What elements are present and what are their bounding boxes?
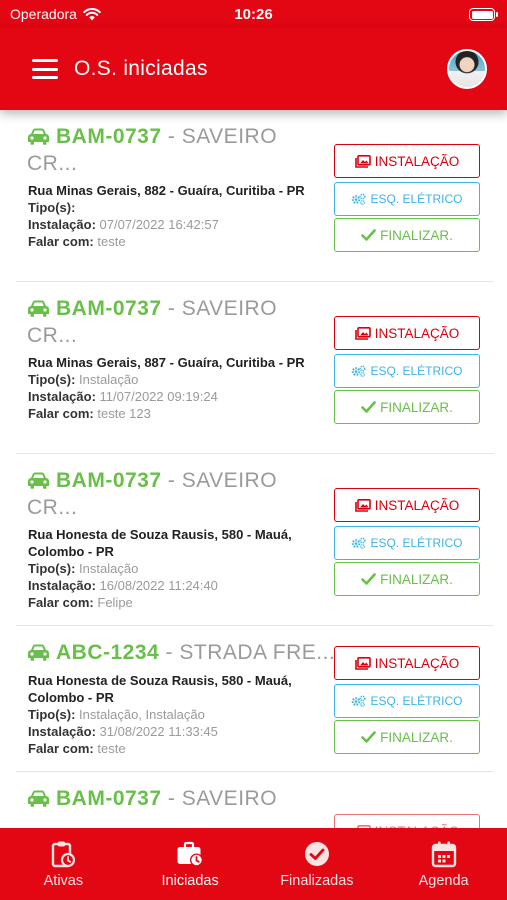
order-info: Rua Minas Gerais, 887 - Guaíra, Curitiba…: [28, 354, 320, 422]
tab-iniciadas[interactable]: Iniciadas: [127, 828, 254, 900]
order-date: 16/08/2022 11:24:40: [99, 578, 218, 593]
finalizar-button[interactable]: FINALIZAR.: [334, 720, 480, 754]
order-contact: teste: [97, 234, 126, 249]
check-circle-icon: [304, 842, 329, 866]
tab-bar: Ativas Iniciadas Finalizadas Agenda: [0, 828, 507, 900]
instalacao-button[interactable]: INSTALAÇÃO: [334, 316, 480, 350]
order-info: Rua Honesta de Souza Rausis, 580 - Mauá,…: [28, 672, 320, 757]
order-address: Rua Honesta de Souza Rausis, 580 - Mauá,…: [28, 527, 292, 559]
order-card[interactable]: BAM-0737 - SAVEIRO CR... Rua Minas Gerai…: [16, 282, 494, 454]
avatar[interactable]: [447, 49, 487, 89]
order-date: 11/07/2022 09:19:24: [99, 389, 218, 404]
instalacao-button[interactable]: INSTALAÇÃO: [334, 488, 480, 522]
tab-agenda[interactable]: Agenda: [380, 828, 507, 900]
cogs-icon: [352, 365, 366, 377]
tab-ativas[interactable]: Ativas: [0, 828, 127, 900]
order-plate: BAM-0737: [56, 469, 162, 492]
order-contact: teste 123: [97, 406, 151, 421]
esq-eletrico-button[interactable]: ESQ. ELÉTRICO: [334, 354, 480, 388]
finalizar-button[interactable]: FINALIZAR.: [334, 390, 480, 424]
order-title: BAM-0737 - SAVEIRO: [27, 785, 337, 812]
instalacao-button[interactable]: INSTALAÇÃO: [334, 144, 480, 178]
order-info: Rua Honesta de Souza Rausis, 580 - Mauá,…: [28, 526, 320, 611]
esq-eletrico-button[interactable]: ESQ. ELÉTRICO: [334, 182, 480, 216]
finalizar-button[interactable]: FINALIZAR.: [334, 218, 480, 252]
check-icon: [361, 731, 376, 743]
clipboard-clock-icon: [52, 841, 76, 868]
images-icon: [354, 656, 371, 670]
instalacao-button[interactable]: INSTALAÇÃO: [334, 646, 480, 680]
order-address: Rua Minas Gerais, 882 - Guaíra, Curitiba…: [28, 183, 305, 198]
cogs-icon: [352, 193, 366, 205]
menu-icon[interactable]: [32, 59, 58, 79]
order-title: BAM-0737 - SAVEIRO CR...: [27, 469, 278, 519]
order-info: Rua Minas Gerais, 882 - Guaíra, Curitiba…: [28, 182, 320, 250]
briefcase-clock-icon: [177, 841, 204, 867]
car-icon: [28, 644, 49, 661]
order-title: BAM-0737 - SAVEIRO CR...: [27, 125, 278, 175]
order-title: ABC-1234 - STRADA FRE...: [27, 639, 337, 666]
order-address: Rua Honesta de Souza Rausis, 580 - Mauá,…: [28, 673, 292, 705]
order-card[interactable]: ABC-1234 - STRADA FRE... Rua Honesta de …: [16, 626, 494, 772]
order-contact: Felipe: [97, 595, 133, 610]
check-icon: [361, 229, 376, 241]
order-plate: BAM-0737: [56, 125, 162, 148]
images-icon: [354, 326, 371, 340]
order-tipos: Instalação, Instalação: [79, 707, 205, 722]
car-icon: [28, 128, 49, 145]
order-contact: teste: [97, 741, 126, 756]
order-model: SAVEIRO: [181, 787, 278, 810]
order-title: BAM-0737 - SAVEIRO CR...: [27, 297, 278, 347]
esq-eletrico-button[interactable]: ESQ. ELÉTRICO: [334, 526, 480, 560]
order-plate: BAM-0737: [56, 297, 162, 320]
images-icon: [354, 498, 371, 512]
status-bar: Operadora 10:26: [0, 0, 507, 28]
battery-icon: [469, 8, 498, 21]
app-bar: O.S. iniciadas: [0, 28, 507, 110]
car-icon: [28, 300, 49, 317]
order-card[interactable]: BAM-0737 - SAVEIRO CR... Rua Honesta de …: [16, 454, 494, 626]
order-date: 07/07/2022 16:42:57: [99, 217, 219, 232]
page-title: O.S. iniciadas: [74, 57, 208, 80]
check-icon: [361, 401, 376, 413]
order-plate: BAM-0737: [56, 787, 162, 810]
order-date: 31/08/2022 11:33:45: [99, 724, 218, 739]
order-model: STRADA FRE...: [179, 641, 336, 664]
cogs-icon: [352, 537, 366, 549]
order-card[interactable]: BAM-0737 - SAVEIRO INSTALAÇÃO: [16, 772, 494, 828]
instalacao-button[interactable]: INSTALAÇÃO: [334, 814, 480, 828]
finalizar-button[interactable]: FINALIZAR.: [334, 562, 480, 596]
tab-finalizadas[interactable]: Finalizadas: [254, 828, 381, 900]
order-plate: ABC-1234: [56, 641, 160, 664]
calendar-icon: [431, 841, 456, 868]
car-icon: [28, 790, 49, 807]
order-tipos: Instalação: [79, 372, 139, 387]
cogs-icon: [352, 695, 366, 707]
order-list[interactable]: BAM-0737 - SAVEIRO CR... Rua Minas Gerai…: [0, 110, 507, 828]
car-icon: [28, 472, 49, 489]
order-address: Rua Minas Gerais, 887 - Guaíra, Curitiba…: [28, 355, 305, 370]
order-card[interactable]: BAM-0737 - SAVEIRO CR... Rua Minas Gerai…: [16, 110, 494, 282]
clock: 10:26: [234, 5, 273, 23]
images-icon: [354, 154, 371, 168]
order-tipos: Instalação: [79, 561, 139, 576]
check-icon: [361, 573, 376, 585]
esq-eletrico-button[interactable]: ESQ. ELÉTRICO: [334, 684, 480, 718]
